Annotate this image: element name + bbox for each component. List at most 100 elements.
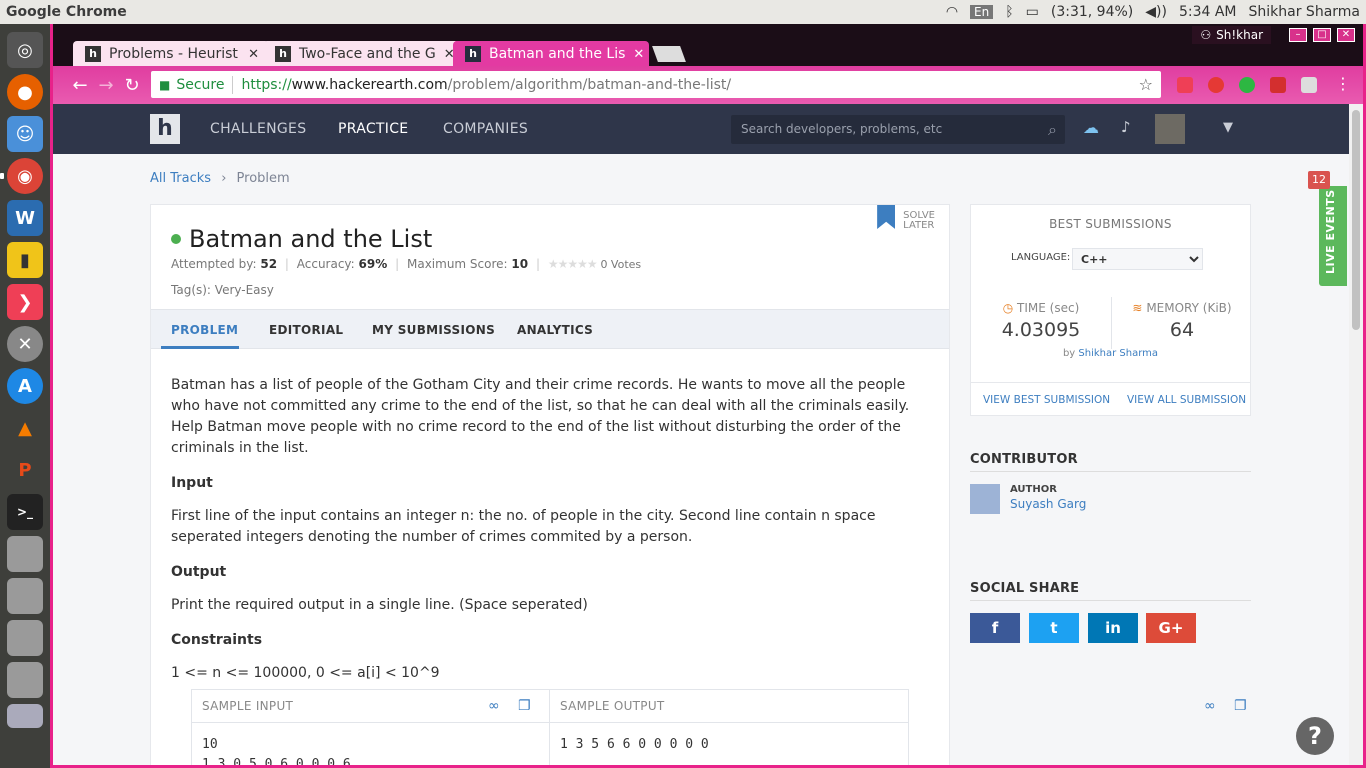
vlc-icon[interactable]: ▲: [7, 410, 43, 446]
linkedin-share-button[interactable]: in: [1088, 613, 1138, 643]
help-button[interactable]: ?: [1296, 717, 1334, 755]
chrome-icon[interactable]: ◉: [0, 158, 43, 194]
view-all-submission-link[interactable]: VIEW ALL SUBMISSION: [1127, 394, 1246, 406]
tab-label: Two-Face and the G: [299, 46, 436, 62]
googleplus-share-button[interactable]: G+: [1146, 613, 1196, 643]
extension-icon[interactable]: [1301, 77, 1317, 93]
trash-icon[interactable]: [7, 704, 43, 728]
nav-challenges[interactable]: CHALLENGES: [210, 121, 306, 137]
cloud-icon[interactable]: ☁: [1083, 118, 1099, 137]
settings-icon[interactable]: ✕: [7, 326, 43, 362]
drive-icon[interactable]: [7, 620, 43, 656]
time-stat: ◷ TIME (sec) 4.03095: [971, 301, 1111, 341]
tab-batman[interactable]: h Batman and the Lis ✕: [453, 41, 649, 66]
votes-count: 0 Votes: [600, 258, 642, 271]
breadcrumb-all-tracks[interactable]: All Tracks: [150, 171, 211, 186]
new-tab-button[interactable]: [652, 46, 686, 62]
nav-practice[interactable]: PRACTICE: [338, 121, 408, 137]
link-icon[interactable]: ∞: [1204, 690, 1216, 723]
accuracy-label: Accuracy:: [296, 257, 355, 271]
user-menu[interactable]: Shikhar Sharma: [1249, 4, 1360, 20]
facebook-share-button[interactable]: f: [970, 613, 1020, 643]
hackerearth-logo-icon[interactable]: h: [150, 114, 180, 144]
clock[interactable]: 5:34 AM: [1179, 4, 1237, 20]
tab-problem[interactable]: PROBLEM: [171, 323, 238, 337]
maximize-button[interactable]: □: [1313, 28, 1331, 42]
chevron-down-icon[interactable]: ▼: [1223, 120, 1233, 135]
drive-icon[interactable]: [7, 536, 43, 572]
vlc-remote-icon[interactable]: ▮: [7, 242, 43, 278]
sample-input: SAMPLE INPUT ∞ ❐ 10 1 3 0 5 0 6 0 0 0 6: [192, 690, 550, 765]
notification-bell-icon[interactable]: ♪: [1121, 118, 1131, 136]
back-icon[interactable]: ←: [67, 75, 93, 96]
problem-statement: Batman has a list of people of the Gotha…: [171, 375, 921, 698]
os-top-bar: Google Chrome ◠ En ᛒ ▭ (3:31, 94%) ◀)) 5…: [0, 0, 1366, 24]
live-events-tab[interactable]: LIVE EVENTS: [1319, 186, 1347, 286]
forward-icon[interactable]: →: [93, 75, 119, 96]
close-icon[interactable]: ✕: [248, 47, 259, 62]
reload-icon[interactable]: ↻: [119, 75, 145, 96]
problem-tags: Tag(s): Very-Easy: [171, 283, 274, 297]
author-name[interactable]: Suyash Garg: [1010, 497, 1086, 511]
nav-companies[interactable]: COMPANIES: [443, 121, 528, 137]
copy-icon[interactable]: ❐: [518, 690, 531, 723]
bluetooth-icon[interactable]: ᛒ: [1005, 4, 1013, 20]
terminal-icon[interactable]: >_: [7, 494, 43, 530]
tab-problems[interactable]: h Problems - Heurist ✕: [73, 41, 269, 66]
site-search-input[interactable]: Search developers, problems, etc ⌕: [731, 115, 1065, 144]
tab-label: Batman and the Lis: [489, 46, 626, 62]
drive-icon[interactable]: [7, 578, 43, 614]
hackerearth-favicon-icon: h: [275, 46, 291, 62]
app-store-icon[interactable]: A: [7, 368, 43, 404]
breadcrumb: All Tracks › Problem: [150, 171, 290, 186]
pushbullet-extension-icon[interactable]: [1239, 77, 1255, 93]
rating-stars-icon[interactable]: ★★★★★: [548, 257, 598, 271]
keyboard-indicator[interactable]: En: [970, 5, 994, 19]
menu-icon[interactable]: ⋮: [1335, 74, 1351, 93]
solve-later-button[interactable]: SOLVE LATER: [877, 205, 935, 231]
memory-value: 64: [1169, 319, 1195, 341]
minimize-button[interactable]: –: [1289, 28, 1307, 42]
pocket-icon[interactable]: ❯: [7, 284, 43, 320]
language-select[interactable]: C++: [1072, 248, 1203, 270]
url-path: /problem/algorithm/batman-and-the-list/: [447, 76, 732, 93]
ublock-extension-icon[interactable]: [1208, 77, 1224, 93]
tab-two-face[interactable]: h Two-Face and the G ✕: [263, 41, 459, 66]
avatar[interactable]: [1155, 114, 1185, 144]
battery-status[interactable]: (3:31, 94%): [1051, 4, 1133, 20]
twitter-share-button[interactable]: t: [1029, 613, 1079, 643]
profile-button[interactable]: ⚇ Sh!khar: [1192, 26, 1271, 44]
tab-my-submissions[interactable]: MY SUBMISSIONS: [372, 323, 495, 337]
avatar[interactable]: [970, 484, 1000, 514]
tab-analytics[interactable]: ANALYTICS: [517, 323, 593, 337]
profile-icon: ⚇: [1200, 28, 1212, 42]
close-icon[interactable]: ✕: [633, 47, 644, 62]
copy-icon[interactable]: ❐: [1234, 690, 1247, 723]
submission-author-link[interactable]: Shikhar Sharma: [1078, 348, 1158, 359]
writer-icon[interactable]: W: [7, 200, 43, 236]
drive-icon[interactable]: [7, 662, 43, 698]
tab-editorial[interactable]: EDITORIAL: [269, 323, 343, 337]
view-best-submission-link[interactable]: VIEW BEST SUBMISSION: [983, 394, 1110, 406]
search-icon[interactable]: ⌕: [1048, 115, 1057, 144]
pocket-extension-icon[interactable]: [1177, 77, 1193, 93]
dash-icon[interactable]: ◎: [7, 32, 43, 68]
sample-input-label: SAMPLE INPUT: [202, 699, 294, 713]
link-icon[interactable]: ∞: [488, 690, 500, 723]
app-name: Google Chrome: [6, 4, 127, 20]
volume-icon[interactable]: ◀)): [1145, 4, 1167, 20]
wps-presentation-icon[interactable]: P: [7, 452, 43, 488]
bookmark-star-icon[interactable]: ☆: [1139, 75, 1153, 94]
address-bar[interactable]: ■ Secure https://www.hackerearth.com/pro…: [151, 71, 1161, 98]
scrollbar-thumb[interactable]: [1352, 110, 1360, 330]
contributor-heading: CONTRIBUTOR: [970, 452, 1251, 472]
finder-icon[interactable]: ☺: [7, 116, 43, 152]
wifi-icon[interactable]: ◠: [946, 4, 958, 20]
statement-text: Batman has a list of people of the Gotha…: [171, 377, 910, 456]
battery-icon[interactable]: ▭: [1026, 4, 1039, 20]
firefox-icon[interactable]: ●: [7, 74, 43, 110]
scrollbar[interactable]: [1349, 104, 1363, 765]
hackerearth-favicon-icon: h: [85, 46, 101, 62]
bookmark-extension-icon[interactable]: [1270, 77, 1286, 93]
close-window-button[interactable]: ✕: [1337, 28, 1355, 42]
